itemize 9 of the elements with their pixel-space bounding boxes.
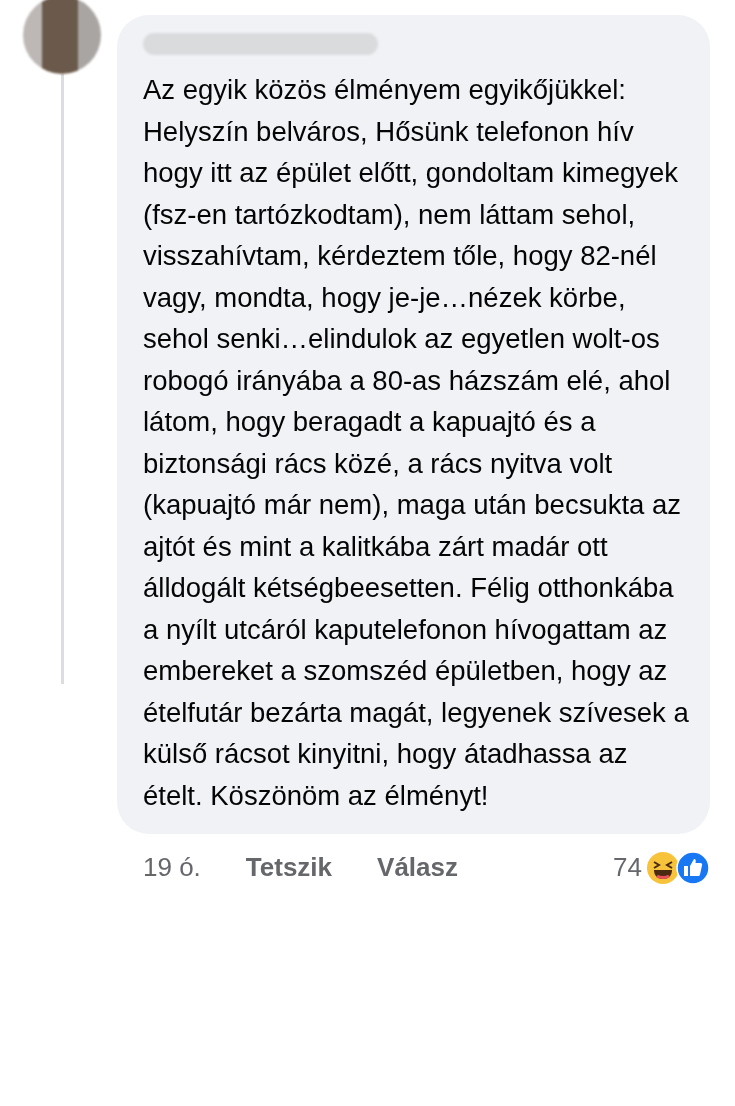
comment-text: Helyszín belváros, Hősünk telefonon hív hogy itt az épület előtt, gondoltam kimegyek (fsz-en tartózkodtam), nem láttam sehol, visszahívtam, kérdeztem tőle, hogy 82-nél vagy, mondta, hogy je-je…nézek körbe, sehol senki…elindulok az egyetlen wolt-os robogó irányába a 80-as házszám elé, ahol látom, hogy beragadt a kapuajtó és a biztonsági rács közé, a rács nyitva volt (kapuajtó már nem), maga után becsukta az ajtót és mint a kalitkába zárt madár ott álldogált kétségbeesetten. Félig otthonkába a nyílt utcáról kaputelefonon hívogattam az embereket a szomszéd épületben, hogy az ételfutár bezárta magát, legyenek szívesek a külső rácsot kinyitni, hogy átadhassa az ételt. Köszönöm az élményt!	[143, 114, 690, 813]
timestamp[interactable]: 19 ó.	[143, 848, 201, 887]
laughing-emoji-icon[interactable]	[646, 850, 680, 885]
like-link[interactable]: Tetszik	[245, 848, 333, 887]
like-icon[interactable]	[676, 850, 710, 885]
reaction-count[interactable]: 74	[613, 848, 642, 887]
comment-text: Az egyik közös élményem egyikőjükkel:	[143, 73, 627, 107]
reply-link[interactable]: Válasz	[377, 848, 458, 887]
blurred-avatar[interactable]	[23, 0, 101, 74]
